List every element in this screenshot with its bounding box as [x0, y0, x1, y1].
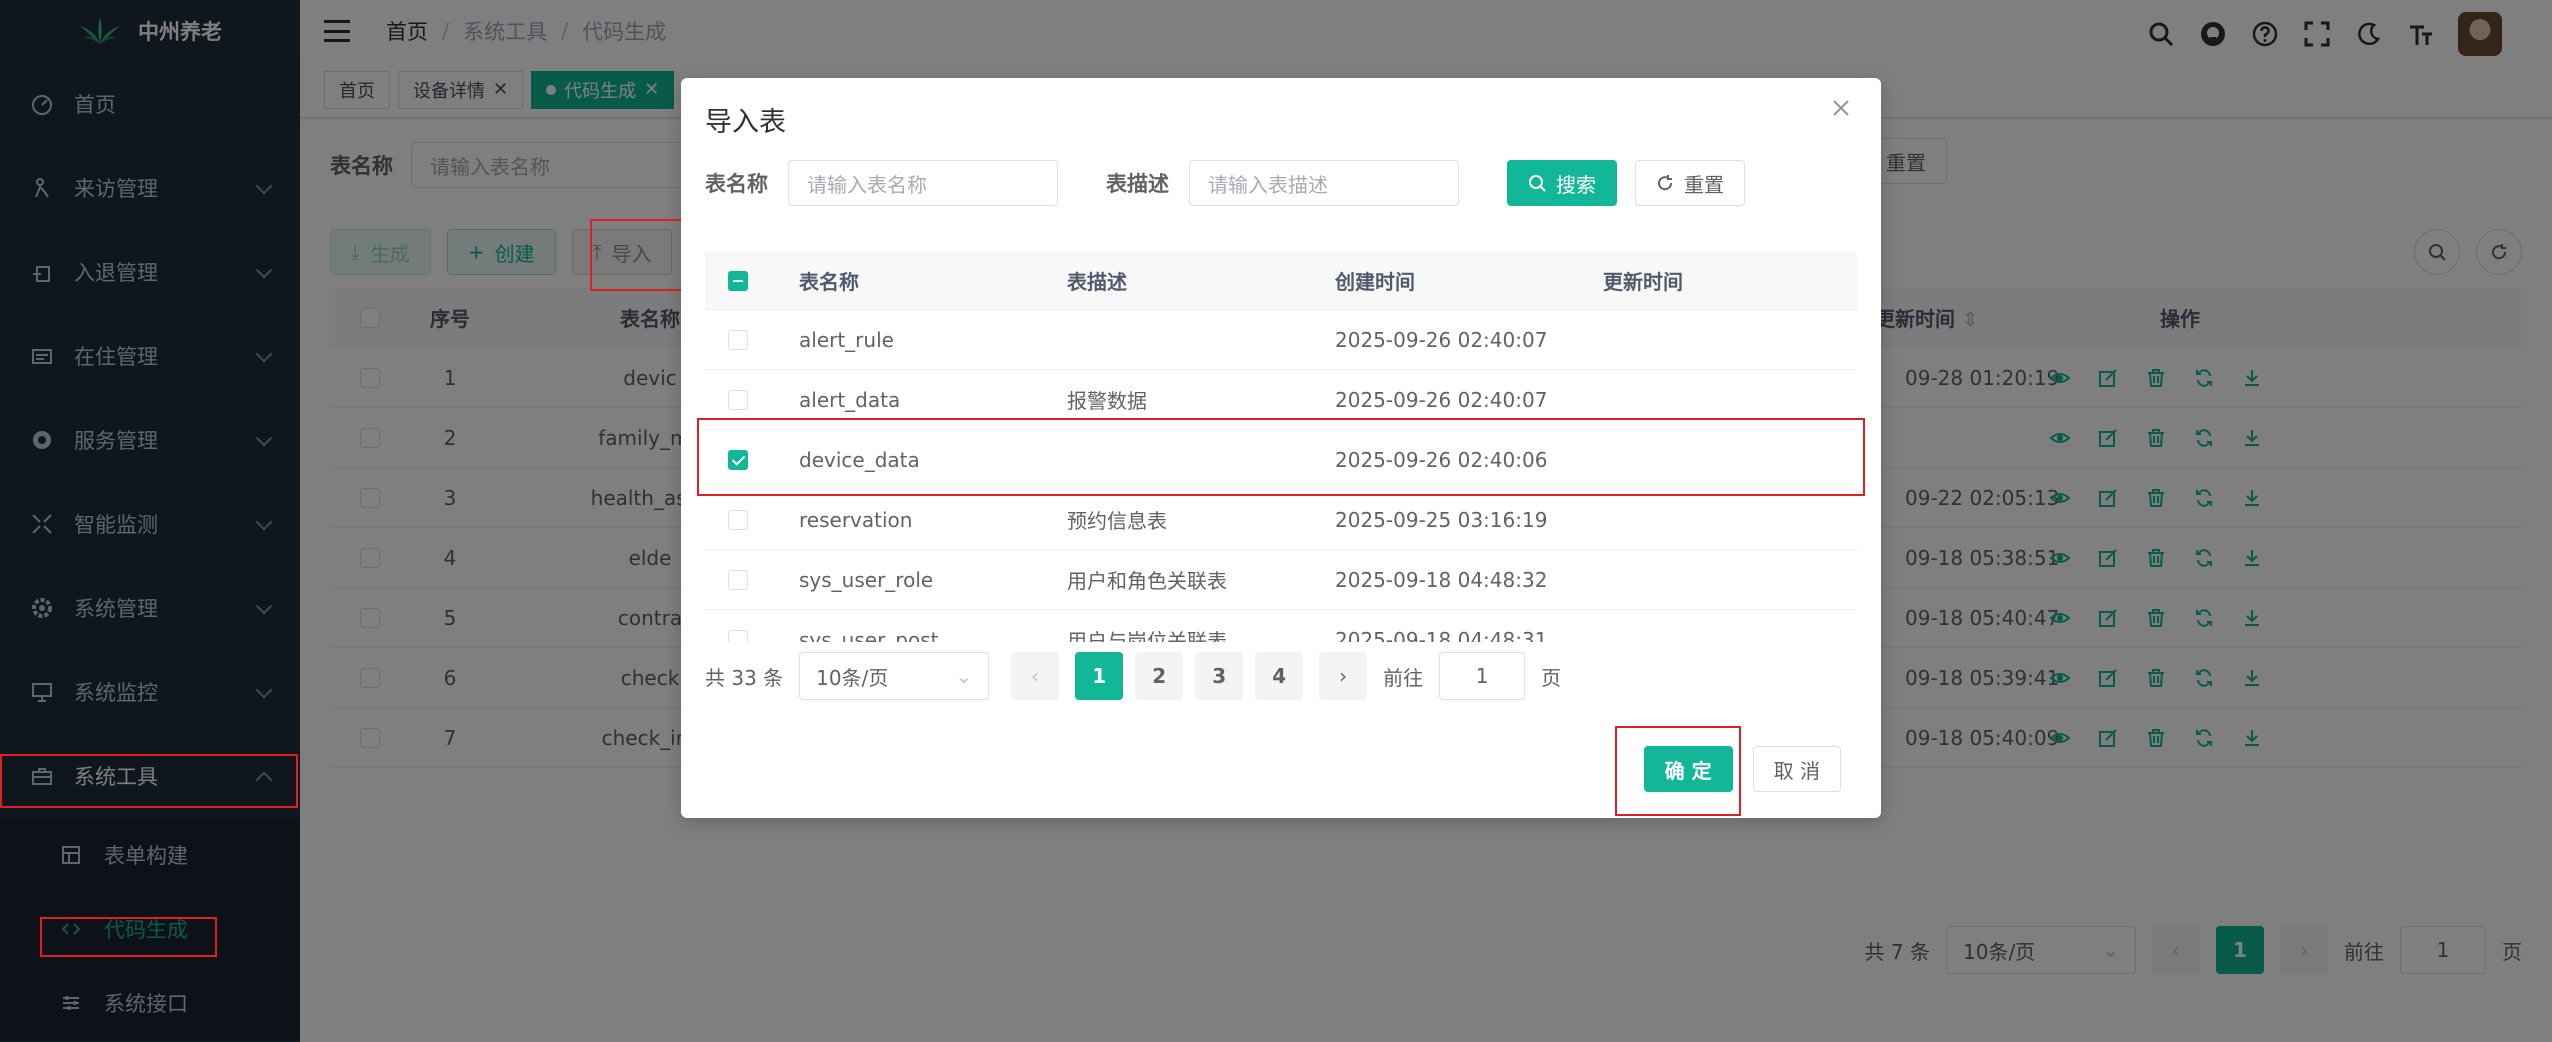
close-icon[interactable] [1831, 98, 1857, 124]
prev-page-button[interactable]: ‹ [1011, 652, 1060, 700]
row-checkbox[interactable] [728, 509, 748, 530]
table-desc-label: 表描述 [1106, 172, 1169, 196]
input-placeholder: 请输入表描述 [1208, 172, 1328, 197]
table-row[interactable]: device_data 2025-09-26 02:40:06 [705, 430, 1857, 490]
dialog-footer: 确 定 取 消 [1643, 746, 1841, 792]
cell-desc: 用户和角色关联表 [1067, 569, 1227, 593]
col-desc: 表描述 [1067, 270, 1127, 294]
cell-desc: 用户与岗位关联表 [1067, 629, 1227, 642]
cell-name: sys_user_post [799, 627, 939, 643]
dialog-table-body: alert_rule 2025-09-26 02:40:07 alert_data 报… [705, 310, 1857, 642]
cell-desc: 报警数据 [1067, 389, 1147, 413]
cell-create-time: 2025-09-26 02:40:07 [1335, 387, 1548, 412]
table-row[interactable]: sys_user_post 用户与岗位关联表 2025-09-18 04:48:31 [705, 610, 1857, 642]
page-number[interactable]: 2 [1135, 652, 1184, 700]
confirm-button[interactable]: 确 定 [1643, 746, 1733, 792]
goto-label: 前往 [1383, 665, 1424, 690]
total-count: 共 33 条 [705, 665, 784, 690]
row-checkbox[interactable] [728, 629, 748, 642]
table-row[interactable]: sys_user_role 用户和角色关联表 2025-09-18 04:48:32 [705, 550, 1857, 610]
dialog-table: 表名称 表描述 创建时间 更新时间 alert_rule 2025-09-26 0… [705, 252, 1857, 642]
import-table-dialog: 导入表 表名称 请输入表名称 表描述 请输入表描述 搜索 重置 表名称 表描述 … [681, 78, 1881, 818]
page-number[interactable]: 4 [1255, 652, 1304, 700]
cell-name: alert_data [799, 387, 901, 412]
page-number[interactable]: 1 [1075, 652, 1124, 700]
row-checkbox[interactable] [728, 329, 748, 350]
dialog-title: 导入表 [705, 107, 786, 138]
search-icon [1529, 175, 1546, 192]
row-checkbox[interactable] [728, 389, 748, 410]
input-placeholder: 请输入表名称 [807, 172, 927, 197]
row-checkbox[interactable] [728, 449, 748, 470]
cell-create-time: 2025-09-18 04:48:31 [1335, 627, 1548, 643]
page-size-select[interactable]: 10条/页 ⌄ [799, 652, 990, 700]
cancel-button[interactable]: 取 消 [1752, 746, 1841, 792]
cell-desc: 预约信息表 [1067, 509, 1167, 533]
col-create-time: 创建时间 [1335, 270, 1415, 294]
next-page-button[interactable]: › [1319, 652, 1368, 700]
cancel-label: 取 消 [1773, 758, 1820, 783]
col-update-time: 更新时间 [1603, 270, 1683, 294]
cell-name: sys_user_role [799, 567, 934, 592]
search-button[interactable]: 搜索 [1507, 160, 1617, 206]
goto-input[interactable]: 1 [1439, 652, 1526, 700]
row-checkbox[interactable] [728, 569, 748, 590]
refresh-icon [1658, 175, 1673, 191]
search-label: 搜索 [1556, 172, 1596, 197]
col-name: 表名称 [799, 270, 859, 294]
cell-create-time: 2025-09-18 04:48:32 [1335, 567, 1548, 592]
table-row[interactable]: alert_rule 2025-09-26 02:40:07 [705, 310, 1857, 370]
cell-create-time: 2025-09-26 02:40:06 [1335, 447, 1548, 472]
cell-create-time: 2025-09-25 03:16:19 [1335, 507, 1548, 532]
page-numbers: 1234 [1075, 652, 1304, 700]
table-name-label: 表名称 [705, 172, 768, 196]
confirm-label: 确 定 [1664, 758, 1712, 783]
cell-name: reservation [799, 507, 913, 532]
table-row[interactable]: alert_data 报警数据 2025-09-26 02:40:07 [705, 370, 1857, 430]
dialog-table-header: 表名称 表描述 创建时间 更新时间 [705, 252, 1857, 310]
reset-button[interactable]: 重置 [1635, 160, 1745, 206]
cell-name: alert_rule [799, 327, 894, 352]
dialog-search-row: 表名称 请输入表名称 表描述 请输入表描述 搜索 重置 [705, 160, 1745, 206]
cell-create-time: 2025-09-26 02:40:07 [1335, 327, 1548, 352]
table-name-input[interactable]: 请输入表名称 [788, 160, 1058, 206]
page-number[interactable]: 3 [1195, 652, 1244, 700]
cell-name: device_data [799, 447, 920, 472]
table-row[interactable]: reservation 预约信息表 2025-09-25 03:16:19 [705, 490, 1857, 550]
table-desc-input[interactable]: 请输入表描述 [1189, 160, 1459, 206]
reset-label: 重置 [1684, 172, 1724, 197]
chevron-down-icon: ⌄ [955, 664, 973, 688]
select-all-checkbox[interactable] [728, 270, 748, 291]
page-unit: 页 [1541, 665, 1562, 690]
page-size-value: 10条/页 [816, 665, 889, 690]
dialog-pagination: 共 33 条 10条/页 ⌄ ‹ 1234 › 前往 1 页 [705, 652, 1561, 700]
